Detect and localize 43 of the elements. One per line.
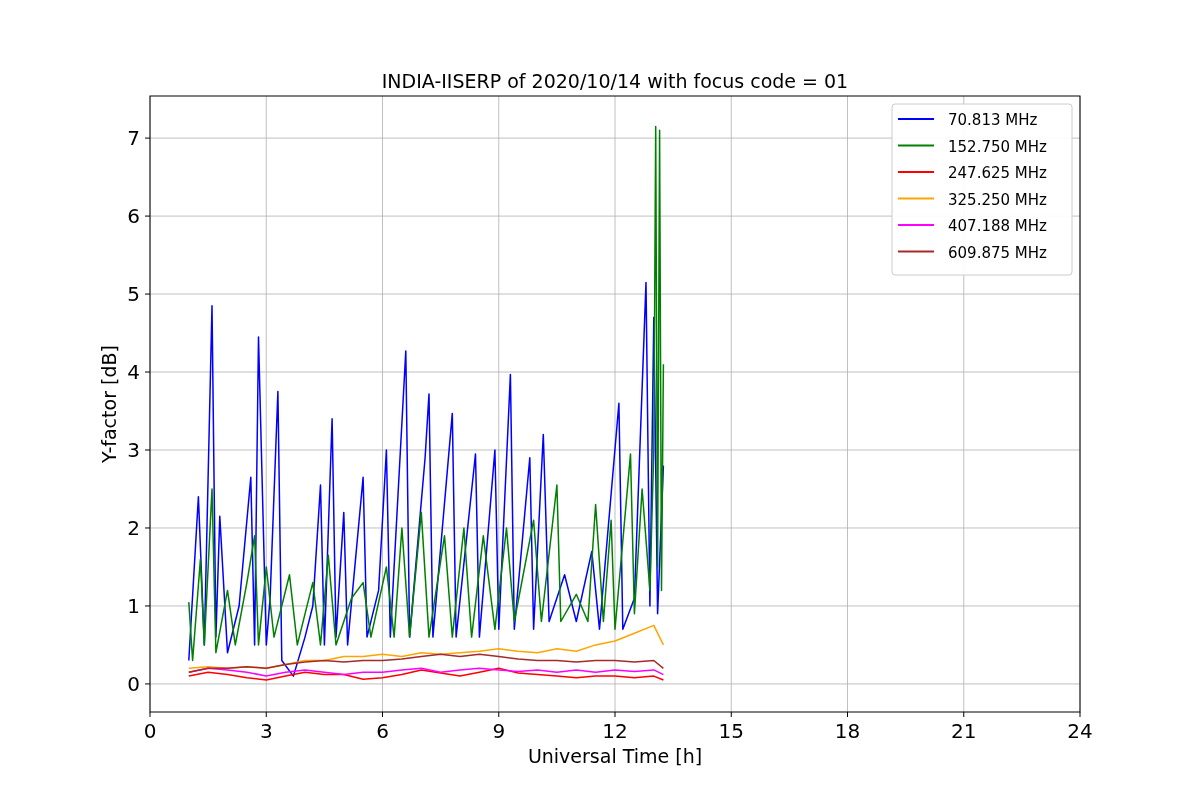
tick-mark [144, 215, 151, 217]
legend-label: 407.188 MHz [948, 217, 1047, 235]
y-tick-label: 7 [127, 126, 140, 151]
x-tick-label: 0 [143, 719, 157, 743]
tick-mark [963, 711, 965, 718]
legend-label: 70.813 MHz [948, 111, 1038, 129]
x-tick-label: 3 [259, 719, 273, 743]
tick-mark [614, 711, 616, 718]
legend-label: 325.250 MHz [948, 190, 1047, 209]
tick-mark [144, 449, 151, 451]
x-tick-label: 21 [951, 719, 977, 743]
y-tick-label: 3 [127, 438, 140, 462]
tick-mark [382, 711, 383, 718]
tick-mark [498, 711, 500, 718]
y-tick-label: 0 [127, 671, 140, 696]
tick-mark [144, 683, 151, 685]
tick-mark [144, 371, 151, 373]
x-tick-label: 6 [376, 719, 389, 743]
tick-mark [144, 527, 151, 529]
y-tick-label: 6 [127, 204, 140, 229]
tick-mark [847, 711, 848, 718]
tick-mark [144, 293, 151, 295]
chart-title: INDIA-IISERP of 2020/10/14 with focus code = 01 [381, 70, 849, 92]
tick-mark [144, 137, 151, 139]
legend-label: 152.750 MHz [948, 137, 1047, 156]
y-tick-label: 5 [127, 282, 140, 307]
x-tick-label: 24 [1067, 719, 1093, 743]
y-tick-label: 2 [127, 516, 140, 540]
y-tick-label: 1 [127, 593, 140, 618]
x-axis-label: Universal Time [h] [527, 745, 703, 767]
tick-mark [149, 711, 151, 718]
tick-mark [1079, 711, 1081, 718]
tick-mark [730, 711, 732, 718]
y-axis-label: Y-factor [dB] [98, 345, 120, 463]
x-tick-label: 12 [602, 719, 628, 743]
x-tick-label: 15 [718, 719, 744, 743]
x-tick-label: 18 [834, 719, 861, 743]
legend-label: 247.625 MHz [948, 164, 1047, 182]
legend-label: 609.875 MHz [948, 243, 1047, 262]
tick-mark [144, 605, 151, 607]
tick-mark [265, 711, 267, 718]
y-tick-label: 4 [127, 360, 140, 385]
x-tick-label: 9 [492, 719, 506, 743]
